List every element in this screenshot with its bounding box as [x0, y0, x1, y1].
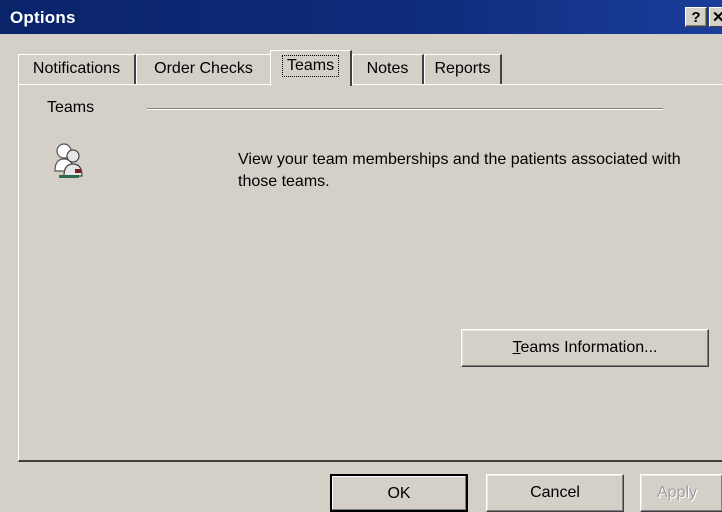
teams-people-icon	[54, 143, 83, 178]
section-divider	[147, 108, 663, 110]
teams-information-button[interactable]: Teams Information...	[461, 329, 709, 367]
help-button[interactable]: ?	[685, 7, 707, 27]
tab-teams[interactable]: Teams	[270, 50, 352, 86]
apply-button[interactable]: Apply	[640, 474, 722, 512]
tab-notes[interactable]: Notes	[352, 54, 424, 84]
teams-tab-panel: Teams View your team memberships and the…	[18, 84, 722, 462]
close-icon: ✕	[712, 9, 722, 26]
cancel-label: Cancel	[530, 484, 580, 501]
ok-button[interactable]: OK	[330, 474, 468, 512]
tab-label: Teams	[281, 55, 340, 77]
tab-label: Order Checks	[154, 60, 253, 77]
tab-notifications[interactable]: Notifications	[18, 54, 136, 84]
tab-reports[interactable]: Reports	[424, 54, 502, 84]
tab-order-checks[interactable]: Order Checks	[136, 54, 272, 84]
window-title: Options	[10, 8, 76, 27]
help-icon: ?	[691, 9, 701, 26]
button-label: eams Information...	[520, 339, 658, 356]
tab-label: Reports	[434, 60, 491, 77]
section-label: Teams	[47, 99, 95, 116]
mnemonic-letter: T	[512, 339, 521, 356]
close-button[interactable]: ✕	[709, 7, 722, 27]
tab-label: Notes	[366, 60, 409, 77]
apply-label: Apply	[657, 484, 698, 501]
title-bar[interactable]: Options ? ✕	[0, 0, 722, 34]
teams-description: View your team memberships and the patie…	[238, 151, 681, 190]
cancel-button[interactable]: Cancel	[486, 474, 624, 512]
tab-label: Notifications	[32, 60, 121, 77]
ok-label: OK	[387, 485, 411, 502]
